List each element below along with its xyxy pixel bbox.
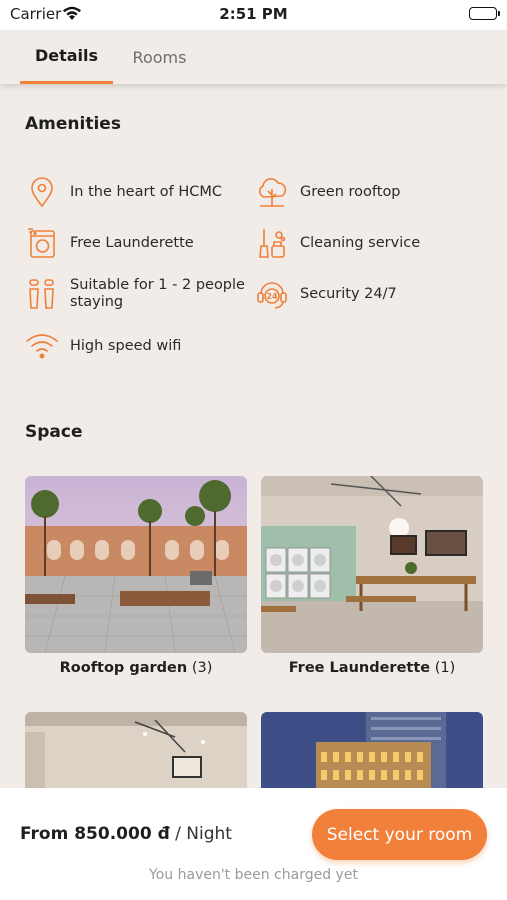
two-people-icon: [25, 277, 59, 311]
location-pin-icon: [25, 175, 59, 209]
security-badge: 24: [266, 292, 278, 301]
amenity-label: Free Launderette: [70, 234, 194, 251]
price-amount: From 850.000 đ: [20, 824, 170, 844]
wifi-icon: [25, 329, 59, 363]
charge-note: You haven't been charged yet: [149, 867, 358, 883]
amenity-label: In the heart of HCMC: [70, 183, 222, 200]
cleaning-broom-icon: [255, 226, 289, 260]
space-name: Free Launderette: [288, 660, 431, 676]
amenity-label: Cleaning service: [300, 234, 421, 251]
building-exterior-photo[interactable]: [261, 712, 483, 788]
washing-machine-icon: [25, 226, 59, 260]
price-unit: / Night: [175, 824, 232, 844]
clock: 2:51 PM: [219, 5, 288, 23]
space-count: (1): [434, 660, 456, 676]
tab-bar: Details Rooms: [0, 30, 507, 84]
amenities-title: Amenities: [25, 114, 121, 134]
space-card-building[interactable]: [261, 712, 483, 788]
space-title: Space: [25, 422, 83, 442]
space-card-rooftop-garden[interactable]: Rooftop garden (3): [25, 476, 247, 676]
select-room-button[interactable]: Select your room: [312, 809, 487, 860]
status-bar: Carrier 2:51 PM: [0, 0, 507, 30]
amenity-green-rooftop: Green rooftop: [255, 175, 401, 209]
battery-icon: [469, 7, 500, 20]
space-count: (3): [191, 660, 213, 676]
amenity-security: 24 Security 24/7: [255, 277, 397, 311]
space-card-launderette[interactable]: Free Launderette (1): [261, 476, 483, 676]
amenity-location: In the heart of HCMC: [25, 175, 222, 209]
space-card-interior[interactable]: [25, 712, 247, 788]
amenity-launderette: Free Launderette: [25, 226, 194, 260]
tree-icon: [255, 175, 289, 209]
security-24-icon: 24: [255, 277, 289, 311]
amenity-wifi: High speed wifi: [25, 329, 181, 363]
interior-room-photo[interactable]: [25, 712, 247, 788]
space-name: Rooftop garden: [59, 660, 188, 676]
tab-details[interactable]: Details: [20, 30, 113, 84]
amenity-cleaning: Cleaning service: [255, 226, 420, 260]
amenity-label-line2: staying: [70, 294, 124, 310]
rooftop-garden-photo[interactable]: [25, 476, 247, 653]
amenity-label: Security 24/7: [300, 285, 397, 302]
amenity-label: High speed wifi: [70, 337, 182, 354]
space-caption: Rooftop garden (3): [25, 660, 247, 676]
amenity-capacity: Suitable for 1 - 2 people staying: [25, 277, 245, 311]
price-label: From 850.000 đ / Night: [20, 824, 232, 844]
booking-bar: From 850.000 đ / Night Select your room …: [0, 788, 507, 900]
tab-rooms[interactable]: Rooms: [113, 30, 206, 84]
details-content[interactable]: Amenities In the heart of HCMC Green roo…: [0, 84, 507, 788]
amenity-label: Suitable for 1 - 2 people staying: [70, 277, 245, 311]
amenity-label: Green rooftop: [300, 183, 401, 200]
launderette-photo[interactable]: [261, 476, 483, 653]
space-caption: Free Launderette (1): [261, 660, 483, 676]
amenity-label-line1: Suitable for 1 - 2 people: [70, 277, 245, 293]
